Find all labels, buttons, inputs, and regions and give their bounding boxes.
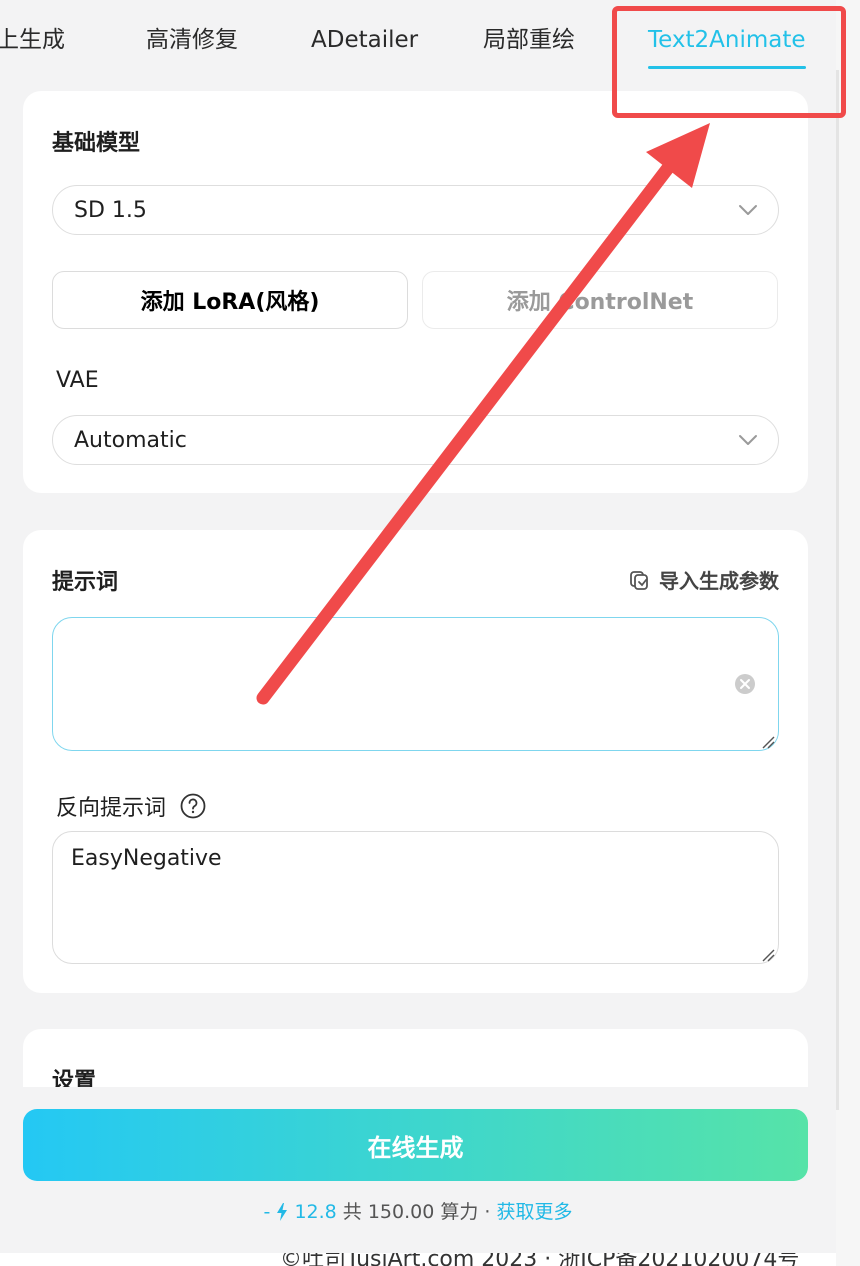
model-card-title: 基础模型 (52, 131, 141, 156)
clear-icon[interactable] (734, 673, 756, 695)
prompt-input[interactable] (52, 617, 779, 751)
tab-hires-fix[interactable]: 高清修复 (146, 26, 238, 54)
resize-grip-icon[interactable] (761, 948, 775, 962)
get-more-link[interactable]: 获取更多 (496, 1201, 572, 1223)
bottom-action-bar: 在线生成 - 12.8 共 150.00 算力 · 获取更多 (0, 1087, 836, 1253)
import-params-button[interactable]: 导入生成参数 (629, 565, 779, 594)
footer-copyright: ©吐司TusiArt.com 2023 · 浙ICP备2021020074号 (280, 1253, 800, 1266)
footer: ©吐司TusiArt.com 2023 · 浙ICP备2021020074号 (0, 1253, 836, 1266)
cost-info: - 12.8 共 150.00 算力 · 获取更多 (0, 1197, 836, 1224)
prompt-card: 提示词 导入生成参数 反向提示词 EasyNegative (23, 530, 808, 993)
negative-prompt-header: 反向提示词 (56, 790, 206, 822)
base-model-value: SD 1.5 (74, 198, 147, 223)
resize-grip-icon[interactable] (761, 735, 775, 749)
help-icon[interactable] (180, 793, 206, 819)
scrollbar-track[interactable] (836, 0, 860, 1266)
vae-label: VAE (56, 368, 99, 393)
lightning-icon (277, 1203, 288, 1221)
tab-cloud-generate[interactable]: 上生成 (0, 26, 65, 54)
cost-value: 12.8 (294, 1201, 337, 1223)
import-params-label: 导入生成参数 (659, 569, 779, 593)
vae-value: Automatic (74, 428, 187, 453)
add-controlnet-button[interactable]: 添加 ControlNet (422, 271, 778, 329)
negative-prompt-input[interactable]: EasyNegative (52, 831, 779, 964)
base-model-select[interactable]: SD 1.5 (52, 185, 779, 235)
tab-inpaint[interactable]: 局部重绘 (483, 26, 575, 54)
import-icon (630, 570, 648, 590)
negative-prompt-label: 反向提示词 (56, 796, 167, 821)
annotation-highlight-box (612, 6, 846, 118)
generate-button[interactable]: 在线生成 (23, 1109, 808, 1181)
model-card: 基础模型 SD 1.5 添加 LoRA(风格) 添加 ControlNet VA… (23, 91, 808, 493)
cost-prefix: - (263, 1201, 271, 1223)
prompt-card-title: 提示词 (52, 570, 119, 595)
scrollbar-thumb[interactable] (836, 70, 839, 1110)
vae-select[interactable]: Automatic (52, 415, 779, 465)
total-credits: 共 150.00 算力 · (342, 1201, 491, 1223)
add-lora-button[interactable]: 添加 LoRA(风格) (52, 271, 408, 329)
tab-adetailer[interactable]: ADetailer (311, 26, 418, 54)
chevron-down-icon (739, 205, 757, 215)
chevron-down-icon (739, 435, 757, 445)
